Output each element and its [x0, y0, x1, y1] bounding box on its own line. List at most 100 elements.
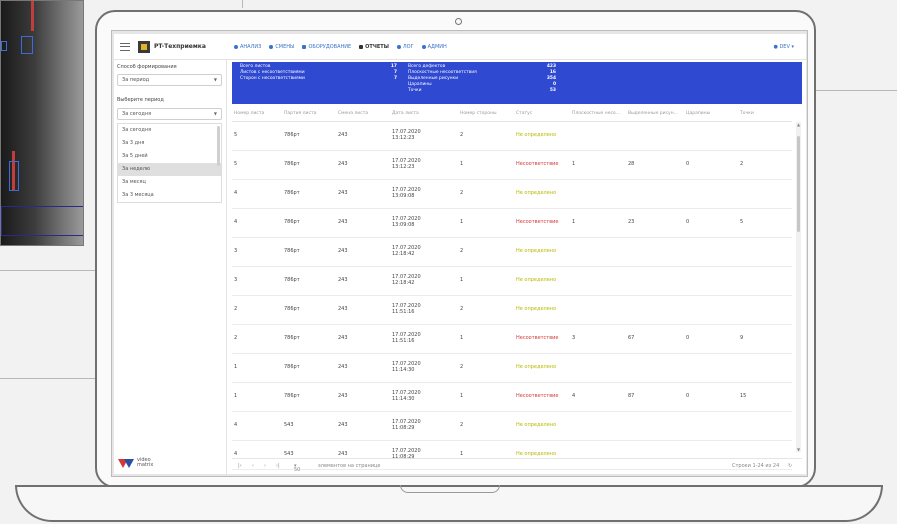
cell-c2: 23 — [628, 219, 635, 225]
cell-sheet: 1 — [234, 393, 238, 399]
column-header[interactable]: Царапины — [686, 111, 710, 116]
cell-shift: 243 — [338, 364, 348, 370]
table-row[interactable]: 2 786pт 243 17.07.2020 11:51:16 2 Не определен… — [232, 296, 792, 325]
nav-equipment[interactable]: ОБОРУДОВАНИЕ — [302, 44, 351, 50]
cell-sheet: 2 — [234, 306, 238, 312]
bg-divider — [242, 0, 243, 8]
next-page-button[interactable]: › — [264, 463, 266, 469]
prev-page-button[interactable]: ‹ — [252, 463, 254, 469]
table-row[interactable]: 2 786pт 243 17.07.2020 11:51:16 1 Несоответств… — [232, 325, 792, 354]
cell-date-time: 11:51:16 — [392, 338, 415, 344]
cell-side: 1 — [460, 393, 464, 399]
cell-sheet: 4 — [234, 190, 238, 196]
period-option-selected[interactable]: За неделю — [118, 163, 221, 176]
cell-status: Несоответствие — [516, 335, 559, 341]
dropdown-scrollbar[interactable] — [217, 126, 220, 166]
table-header: Номер листа Партия листа Смена листа Дат… — [232, 108, 792, 122]
user-menu[interactable]: ● DEV ▾ — [773, 44, 794, 50]
cell-side: 1 — [460, 277, 464, 283]
period-option[interactable]: За 3 дня — [118, 137, 221, 150]
main-nav: АНАЛИЗ СМЕНЫ ОБОРУДОВАНИЕ ОТЧЕТЫ ЛОГ АДМ… — [234, 44, 447, 50]
cell-date: 17.07.2020 11:14:30 — [392, 390, 421, 402]
cell-date-time: 11:14:30 — [392, 396, 415, 402]
videomatrix-mark-icon — [118, 458, 134, 468]
column-header[interactable]: Дата листа — [392, 111, 419, 116]
last-page-button[interactable]: ›| — [276, 463, 280, 469]
table-row[interactable]: 4 786pт 243 17.07.2020 13:09:08 2 Не определен… — [232, 180, 792, 209]
admin-icon — [421, 44, 426, 49]
history-icon — [396, 44, 401, 49]
cell-c1: 1 — [572, 219, 576, 225]
period-option[interactable]: За 3 месяца — [118, 189, 221, 202]
cell-batch: 786pт — [284, 132, 300, 138]
nav-reports[interactable]: ОТЧЕТЫ — [359, 44, 389, 50]
period-option[interactable]: За 5 дней — [118, 150, 221, 163]
table-row[interactable]: 5 786pт 243 17.07.2020 13:12:23 2 Не определен… — [232, 122, 792, 151]
cell-shift: 243 — [338, 248, 348, 254]
cell-batch: 786pт — [284, 219, 300, 225]
cell-date: 17.07.2020 11:51:16 — [392, 332, 421, 344]
nav-log[interactable]: ЛОГ — [396, 44, 414, 50]
cell-c3: 0 — [686, 161, 690, 167]
cell-status: Несоответствие — [516, 161, 559, 167]
cell-date-time: 13:09:08 — [392, 222, 415, 228]
cell-sheet: 4 — [234, 451, 238, 457]
refresh-icon[interactable]: ↻ — [788, 463, 792, 469]
table-row[interactable]: 1 786pт 243 17.07.2020 11:14:30 1 Несоответств… — [232, 383, 792, 412]
period-option[interactable]: За месяц — [118, 176, 221, 189]
period-select[interactable]: За сегодня — [117, 108, 222, 120]
cell-batch: 786pт — [284, 393, 300, 399]
cell-c1: 4 — [572, 393, 576, 399]
column-header[interactable]: Номер стороны — [460, 111, 497, 116]
method-select[interactable]: За период — [117, 74, 222, 86]
column-header[interactable]: Выделенные рисун... — [628, 111, 678, 116]
cell-shift: 243 — [338, 132, 348, 138]
column-header[interactable]: Партия листа — [284, 111, 316, 116]
scrollbar-thumb[interactable] — [797, 136, 800, 232]
nav-admin[interactable]: АДМИН — [421, 44, 447, 50]
cell-sheet: 5 — [234, 161, 238, 167]
nav-analysis[interactable]: АНАЛИЗ — [234, 44, 261, 50]
cell-shift: 243 — [338, 219, 348, 225]
summary-panel: Всего листов 17 Листов с несоответствиям… — [232, 62, 802, 104]
summary-value: 7 — [393, 76, 397, 81]
cell-batch: 786pт — [284, 190, 300, 196]
period-option[interactable]: За сегодня — [118, 124, 221, 137]
cell-sheet: 3 — [234, 248, 238, 254]
webcam-icon — [455, 18, 462, 25]
cell-status: Не определено — [516, 364, 557, 370]
cell-c2: 67 — [628, 335, 635, 341]
cell-sheet: 2 — [234, 335, 238, 341]
table-scrollbar[interactable]: ▲ ▼ — [796, 122, 801, 452]
first-page-button[interactable]: |‹ — [238, 463, 242, 469]
table-row[interactable]: 3 786pт 243 17.07.2020 12:18:42 1 Не определен… — [232, 267, 792, 296]
column-header[interactable]: Плоскостные несо... — [572, 111, 620, 116]
table-row[interactable]: 4 786pт 243 17.07.2020 13:09:08 1 Несоответств… — [232, 209, 792, 238]
cell-batch: 786pт — [284, 161, 300, 167]
column-header[interactable]: Номер листа — [234, 111, 264, 116]
summary-value: 53 — [549, 88, 556, 93]
per-page-label: элементов на странице — [318, 463, 381, 469]
column-header[interactable]: Статус — [516, 111, 532, 116]
column-header[interactable]: Смена листа — [338, 111, 368, 116]
scroll-down-icon[interactable]: ▼ — [796, 447, 801, 452]
cell-c2: 87 — [628, 393, 635, 399]
cell-side: 2 — [460, 422, 464, 428]
row-range: Строки 1-24 из 24 — [732, 463, 780, 469]
table-row[interactable]: 1 786pт 243 17.07.2020 11:14:30 2 Не определен… — [232, 354, 792, 383]
cell-shift: 243 — [338, 335, 348, 341]
table-row[interactable]: 4 543 243 17.07.2020 11:08:29 2 Не определено — [232, 412, 792, 441]
cell-sheet: 4 — [234, 422, 238, 428]
cell-c3: 0 — [686, 219, 690, 225]
nav-shifts[interactable]: СМЕНЫ — [269, 44, 294, 50]
cell-status: Не определено — [516, 190, 557, 196]
table-row[interactable]: 3 786pт 243 17.07.2020 12:18:42 2 Не определен… — [232, 238, 792, 267]
cell-batch: 786pт — [284, 364, 300, 370]
cell-sheet: 4 — [234, 219, 238, 225]
menu-icon[interactable] — [120, 42, 130, 51]
table-row[interactable]: 5 786pт 243 17.07.2020 13:12:23 1 Несоответств… — [232, 151, 792, 180]
cell-date-time: 11:51:16 — [392, 309, 415, 315]
page-size-select[interactable]: 50 ▾ — [294, 463, 300, 473]
column-header[interactable]: Точки — [740, 111, 754, 116]
scroll-up-icon[interactable]: ▲ — [796, 122, 801, 127]
